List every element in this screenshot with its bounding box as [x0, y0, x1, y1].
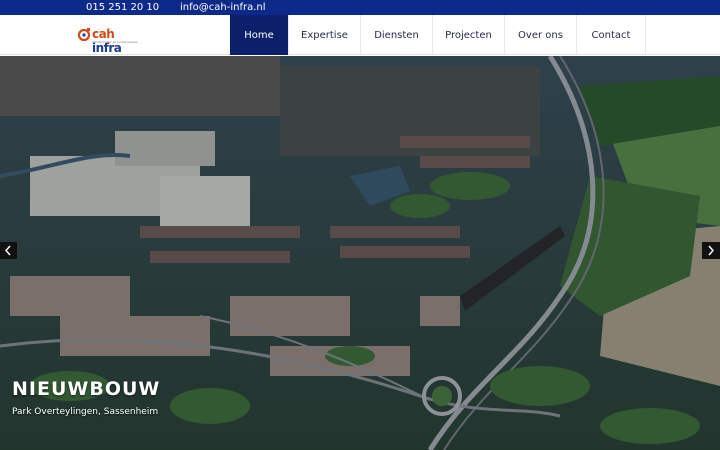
nav-diensten[interactable]: Diensten [361, 15, 433, 55]
hero-slider: NIEUWBOUW Park Overteylingen, Sassenheim [0, 56, 720, 450]
nav-projecten[interactable]: Projecten [433, 15, 505, 55]
logo-tagline: infratechniek en bodemadvies [92, 40, 138, 44]
phone-number[interactable]: 015 251 20 10 [86, 1, 159, 14]
nav-home[interactable]: Home [230, 15, 289, 55]
hero-title: NIEUWBOUW [12, 378, 161, 400]
chevron-right-icon [708, 245, 715, 256]
slider-prev-button[interactable] [0, 242, 17, 259]
chevron-left-icon [4, 245, 11, 256]
top-contact-bar: 015 251 20 10 info@cah-infra.nl [0, 0, 720, 15]
cah-infra-logo[interactable]: cah infra infratechniek en bodemadvies [76, 27, 138, 55]
nav-over-ons[interactable]: Over ons [505, 15, 577, 55]
email-address[interactable]: info@cah-infra.nl [180, 1, 266, 14]
nav-expertise[interactable]: Expertise [289, 15, 361, 55]
main-nav: Home Expertise Diensten Projecten Over o… [230, 15, 646, 55]
nav-contact[interactable]: Contact [577, 15, 646, 55]
slider-next-button[interactable] [702, 242, 720, 259]
hero-subtitle: Park Overteylingen, Sassenheim [12, 407, 159, 417]
main-navbar: cah infra infratechniek en bodemadvies H… [0, 15, 720, 55]
